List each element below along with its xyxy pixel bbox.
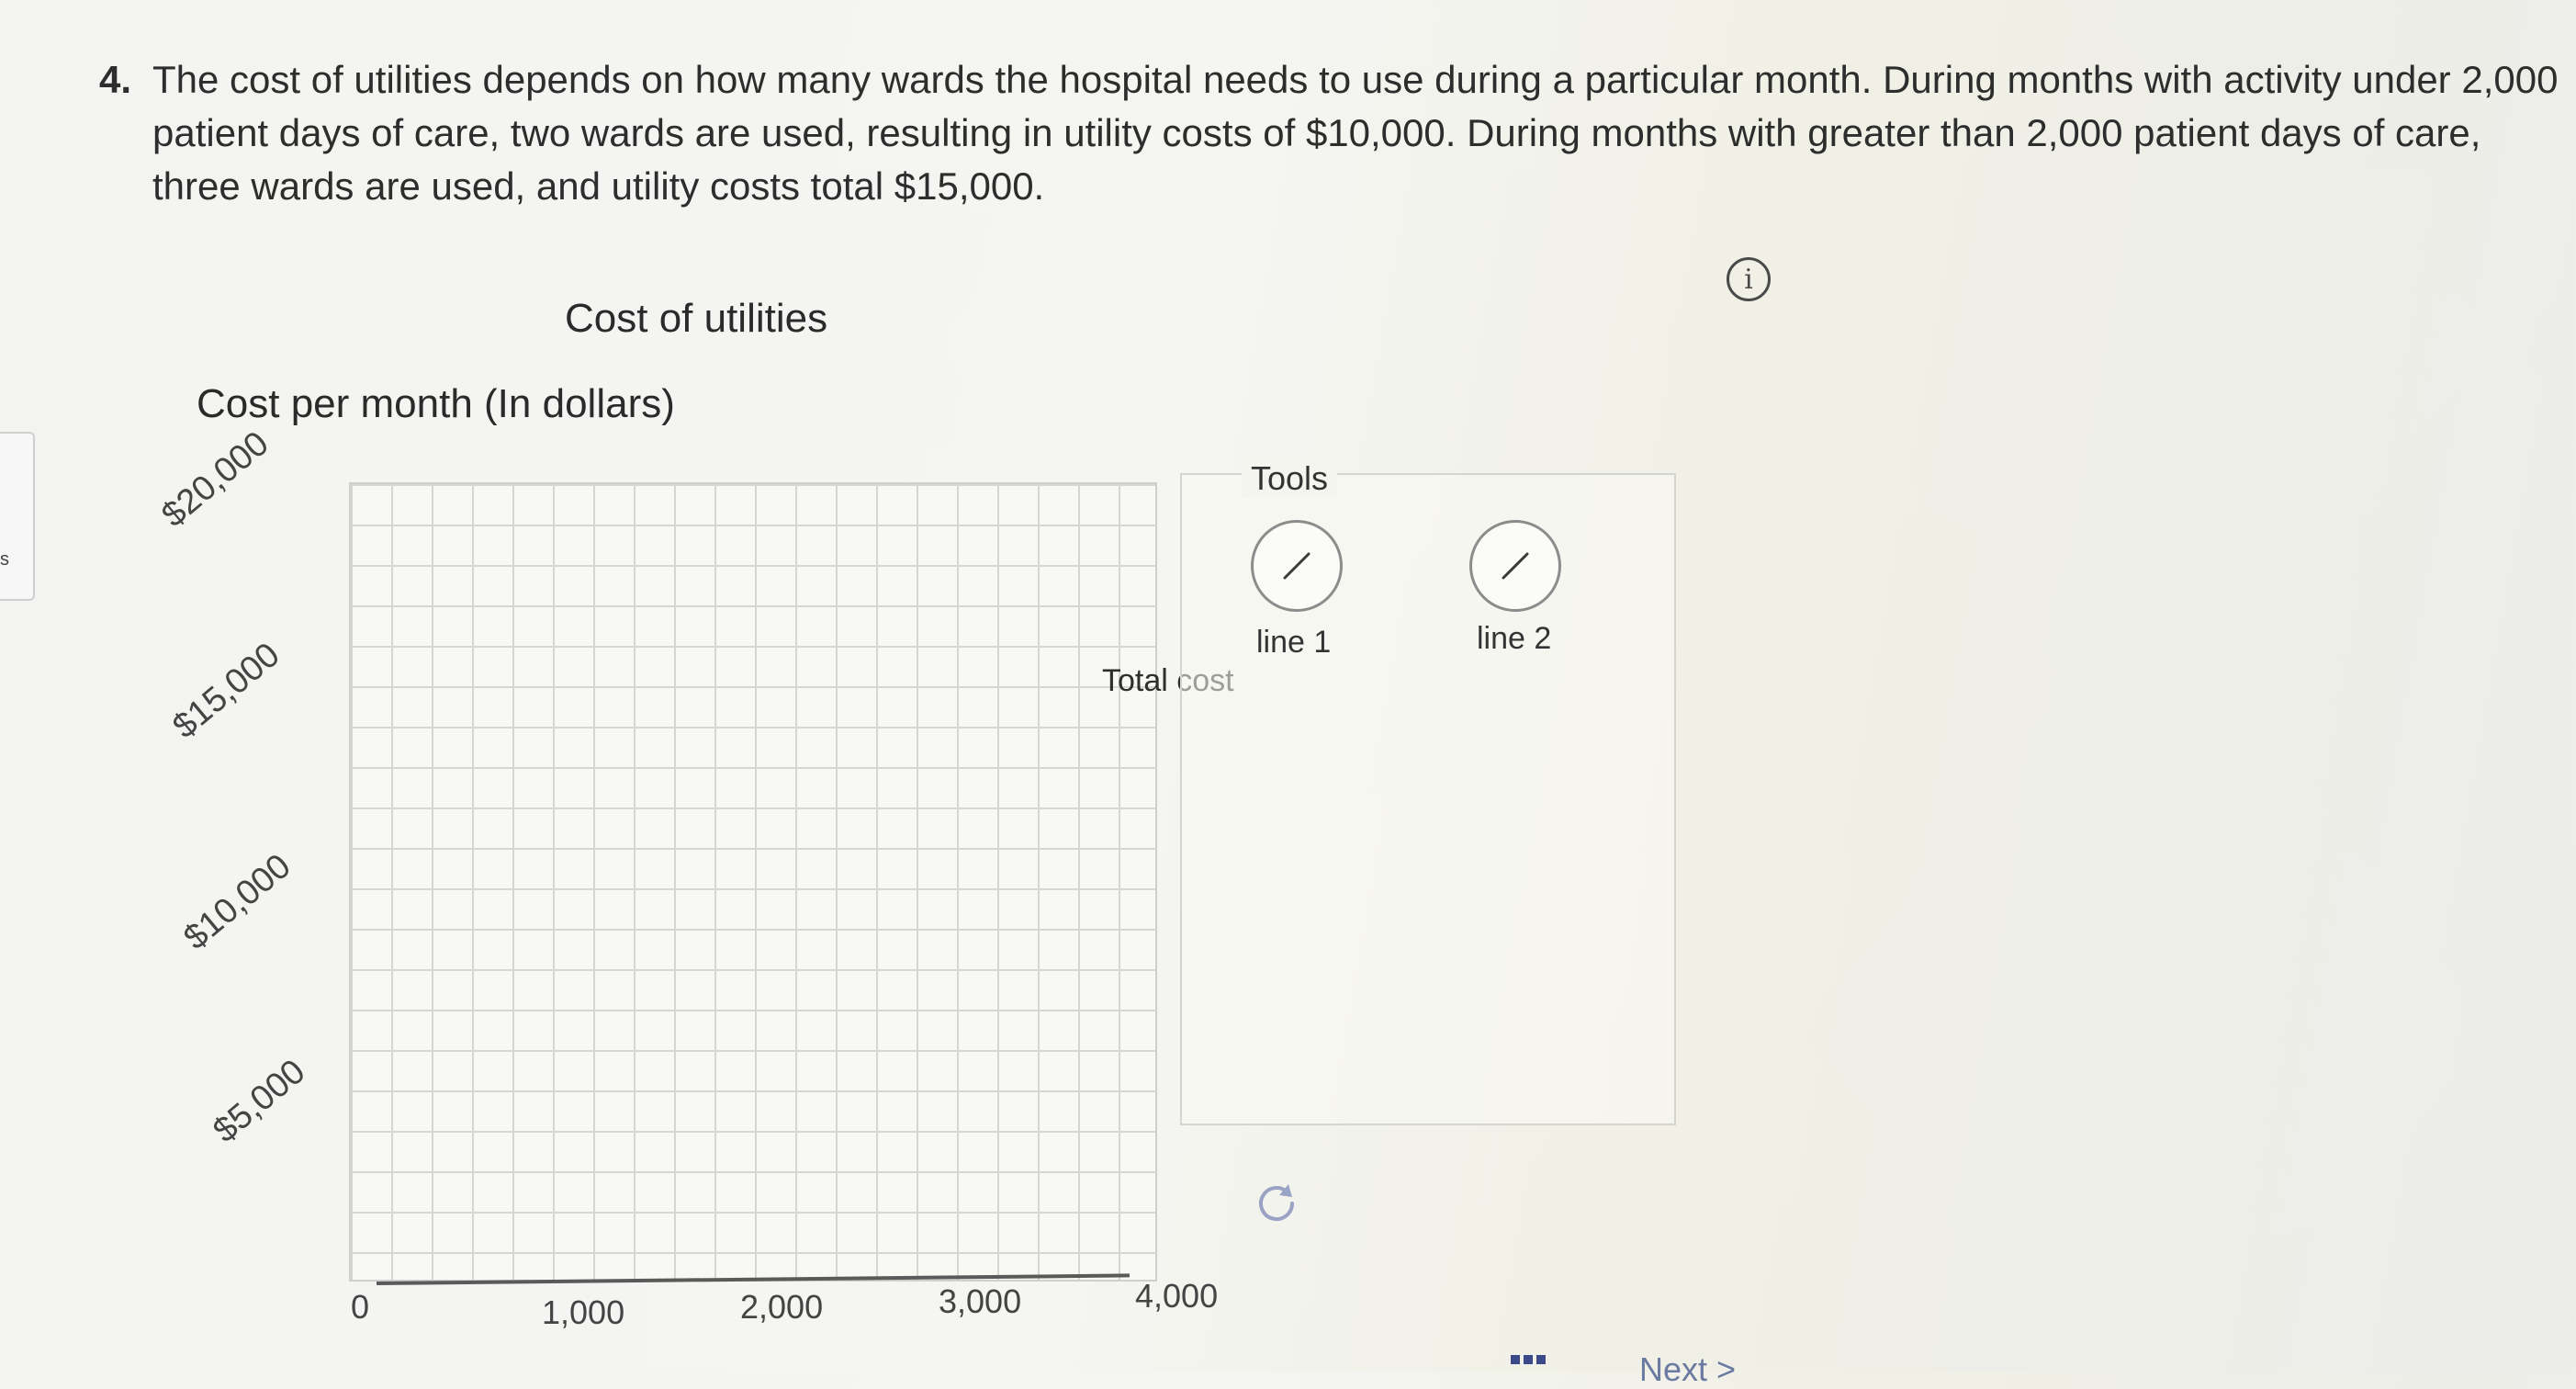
line-2-tool-label: line 2	[1477, 621, 1552, 656]
line-1-tool-label: line 1	[1256, 625, 1332, 660]
x-tick-label: 1,000	[542, 1293, 625, 1331]
question-block: 4. The cost of utilities depends on how …	[99, 53, 2560, 213]
y-tick-label: $20,000	[154, 423, 276, 536]
side-panel-tab-label: s	[0, 549, 9, 570]
question-number: 4.	[99, 58, 132, 101]
chart-title: Cost of utilities	[565, 296, 828, 341]
question-text: The cost of utilities depends on how man…	[152, 58, 2559, 208]
graph-plot-area[interactable]	[349, 482, 1157, 1282]
pagination-dot	[1524, 1355, 1533, 1364]
y-tick-label: $15,000	[165, 635, 287, 747]
next-button[interactable]: Next >	[1639, 1350, 1736, 1389]
tools-panel-label: Tools	[1242, 459, 1338, 498]
line-2-tool-button[interactable]	[1469, 520, 1561, 612]
pagination-dot	[1511, 1355, 1520, 1364]
info-icon[interactable]: i	[1727, 257, 1771, 301]
pagination-indicator[interactable]	[1511, 1355, 1546, 1364]
y-tick-label: $5,000	[206, 1052, 313, 1151]
side-panel-tab[interactable]	[0, 432, 35, 601]
x-tick-label: 0	[351, 1288, 370, 1326]
line-draw-icon	[1502, 552, 1529, 580]
y-axis-title: Cost per month (In dollars)	[197, 381, 675, 426]
line-draw-icon	[1283, 552, 1310, 580]
pagination-dot	[1536, 1355, 1546, 1364]
x-tick-label: 3,000	[939, 1282, 1022, 1320]
y-tick-label: $10,000	[176, 846, 298, 958]
reset-icon[interactable]	[1252, 1179, 1301, 1228]
x-tick-label: 4,000	[1135, 1277, 1219, 1315]
line-1-tool-button[interactable]	[1251, 520, 1343, 612]
x-tick-label: 2,000	[740, 1288, 824, 1326]
